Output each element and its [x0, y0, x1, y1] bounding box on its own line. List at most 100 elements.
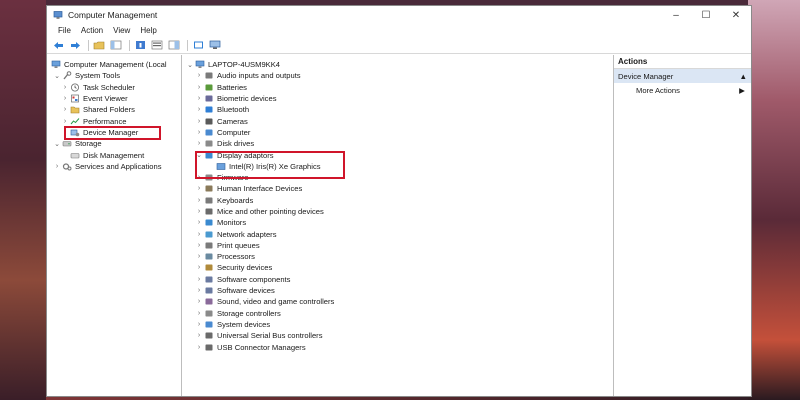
tree-label: Performance [83, 116, 127, 126]
tree-item-event-viewer[interactable]: › Event Viewer [47, 93, 181, 104]
device-category-label: Sound, video and game controllers [217, 297, 335, 307]
menu-view[interactable]: View [108, 26, 135, 35]
chevron-right-icon[interactable]: › [195, 140, 203, 148]
desktop-wallpaper-right [748, 0, 800, 400]
chevron-right-icon[interactable]: › [195, 309, 203, 317]
computer-management-window: Computer Management – ☐ ✕ File Action Vi… [46, 5, 752, 397]
close-button[interactable]: ✕ [721, 6, 751, 24]
keyboard-icon [204, 196, 214, 205]
chevron-right-icon[interactable]: › [195, 185, 203, 193]
chevron-right-icon[interactable]: › [195, 95, 203, 103]
device-category-row[interactable]: › Universal Serial Bus controllers [182, 330, 613, 341]
chevron-down-icon[interactable]: ⌄ [53, 72, 61, 80]
menu-file[interactable]: File [53, 26, 76, 35]
chevron-right-icon[interactable]: › [195, 128, 203, 136]
chevron-right-icon[interactable]: › [53, 162, 61, 170]
back-arrow-icon[interactable] [51, 39, 65, 52]
minimize-button[interactable]: – [661, 6, 691, 24]
tree-item-shared-folders[interactable]: › Shared Folders [47, 104, 181, 115]
scan-hardware-icon[interactable] [208, 39, 222, 52]
device-category-row[interactable]: › Keyboards [182, 195, 613, 206]
chevron-right-icon[interactable]: › [195, 117, 203, 125]
chevron-right-icon[interactable]: › [195, 298, 203, 306]
tree-label: Services and Applications [75, 161, 162, 171]
device-category-label: Universal Serial Bus controllers [217, 331, 323, 341]
menu-action[interactable]: Action [76, 26, 108, 35]
device-category-row[interactable]: › Batteries [182, 82, 613, 93]
chevron-right-icon[interactable]: › [195, 196, 203, 204]
desktop-wallpaper-left [0, 0, 46, 400]
show-hide-tree-icon[interactable] [109, 39, 123, 52]
tree-item-disk-management[interactable]: Disk Management [47, 149, 181, 160]
device-root-computer[interactable]: ⌄ LAPTOP-4USM9KK4 [182, 59, 613, 70]
tree-label: Computer Management (Local [64, 60, 167, 70]
refresh-icon[interactable] [191, 39, 205, 52]
maximize-button[interactable]: ☐ [691, 6, 721, 24]
title-bar[interactable]: Computer Management – ☐ ✕ [47, 6, 751, 24]
tree-item-task-scheduler[interactable]: › Task Scheduler [47, 82, 181, 93]
software-component-icon [204, 275, 214, 284]
chevron-right-icon[interactable]: › [195, 219, 203, 227]
up-folder-icon[interactable] [92, 39, 106, 52]
device-category-row[interactable]: › Mice and other pointing devices [182, 206, 613, 217]
device-category-row[interactable]: › Sound, video and game controllers [182, 296, 613, 307]
chevron-right-icon[interactable]: › [195, 208, 203, 216]
actions-section-label: Device Manager [618, 71, 674, 81]
device-category-row[interactable]: › Audio inputs and outputs [182, 70, 613, 81]
chevron-right-icon[interactable]: › [195, 72, 203, 80]
device-category-row[interactable]: › System devices [182, 319, 613, 330]
tools-icon [62, 71, 72, 80]
tree-item-computer-management[interactable]: Computer Management (Local [47, 59, 181, 70]
device-category-row[interactable]: › Cameras [182, 115, 613, 126]
device-category-row[interactable]: › Network adapters [182, 228, 613, 239]
chevron-right-icon[interactable]: › [61, 83, 69, 91]
device-category-label: Computer [217, 127, 251, 137]
tree-item-system-tools[interactable]: ⌄ System Tools [47, 70, 181, 81]
chevron-right-icon[interactable]: › [61, 95, 69, 103]
forward-arrow-icon[interactable] [68, 39, 82, 52]
chevron-right-icon[interactable]: › [195, 106, 203, 114]
device-category-row[interactable]: › Software components [182, 274, 613, 285]
chevron-right-icon[interactable]: › [195, 83, 203, 91]
tree-label: Shared Folders [83, 105, 135, 115]
computer-management-icon [51, 60, 61, 69]
shared-folder-icon [70, 105, 80, 114]
more-actions-item[interactable]: More Actions ▶ [614, 83, 751, 97]
device-category-row[interactable]: › Security devices [182, 262, 613, 273]
chevron-right-icon[interactable]: › [195, 343, 203, 351]
help-icon[interactable] [150, 39, 164, 52]
device-category-row[interactable]: › Software devices [182, 285, 613, 296]
device-category-row[interactable]: › Processors [182, 251, 613, 262]
device-category-row[interactable]: › Storage controllers [182, 308, 613, 319]
chevron-right-icon[interactable]: › [195, 320, 203, 328]
device-category-row[interactable]: › Bluetooth [182, 104, 613, 115]
chevron-right-icon[interactable]: › [61, 106, 69, 114]
chevron-right-icon[interactable]: › [61, 117, 69, 125]
device-category-row[interactable]: › Biometric devices [182, 93, 613, 104]
device-category-row[interactable]: › USB Connector Managers [182, 341, 613, 352]
tree-item-services-and-applications[interactable]: › Services and Applications [47, 161, 181, 172]
console-view-icon[interactable] [167, 39, 181, 52]
chevron-down-icon[interactable]: ⌄ [53, 140, 61, 148]
chevron-right-icon[interactable]: › [195, 332, 203, 340]
menu-help[interactable]: Help [135, 26, 161, 35]
device-category-row[interactable]: › Disk drives [182, 138, 613, 149]
device-category-label: USB Connector Managers [217, 342, 306, 352]
chevron-right-icon[interactable]: › [195, 230, 203, 238]
device-category-row[interactable]: › Monitors [182, 217, 613, 228]
actions-section-device-manager[interactable]: Device Manager ▲ [614, 69, 751, 83]
device-category-label: Disk drives [217, 139, 255, 149]
device-category-label: Keyboards [217, 195, 254, 205]
chevron-right-icon[interactable]: › [195, 275, 203, 283]
chevron-right-icon[interactable]: › [195, 253, 203, 261]
chevron-right-icon[interactable]: › [195, 287, 203, 295]
chevron-right-icon[interactable]: › [195, 264, 203, 272]
chevron-right-icon[interactable]: › [195, 241, 203, 249]
device-category-label: Mice and other pointing devices [217, 207, 324, 216]
properties-icon[interactable] [133, 39, 147, 52]
chevron-down-icon[interactable]: ⌄ [186, 61, 194, 69]
device-category-row[interactable]: › Computer [182, 127, 613, 138]
device-category-row[interactable]: › Human Interface Devices [182, 183, 613, 194]
device-category-row[interactable]: › Print queues [182, 240, 613, 251]
collapse-up-icon[interactable]: ▲ [739, 72, 747, 81]
